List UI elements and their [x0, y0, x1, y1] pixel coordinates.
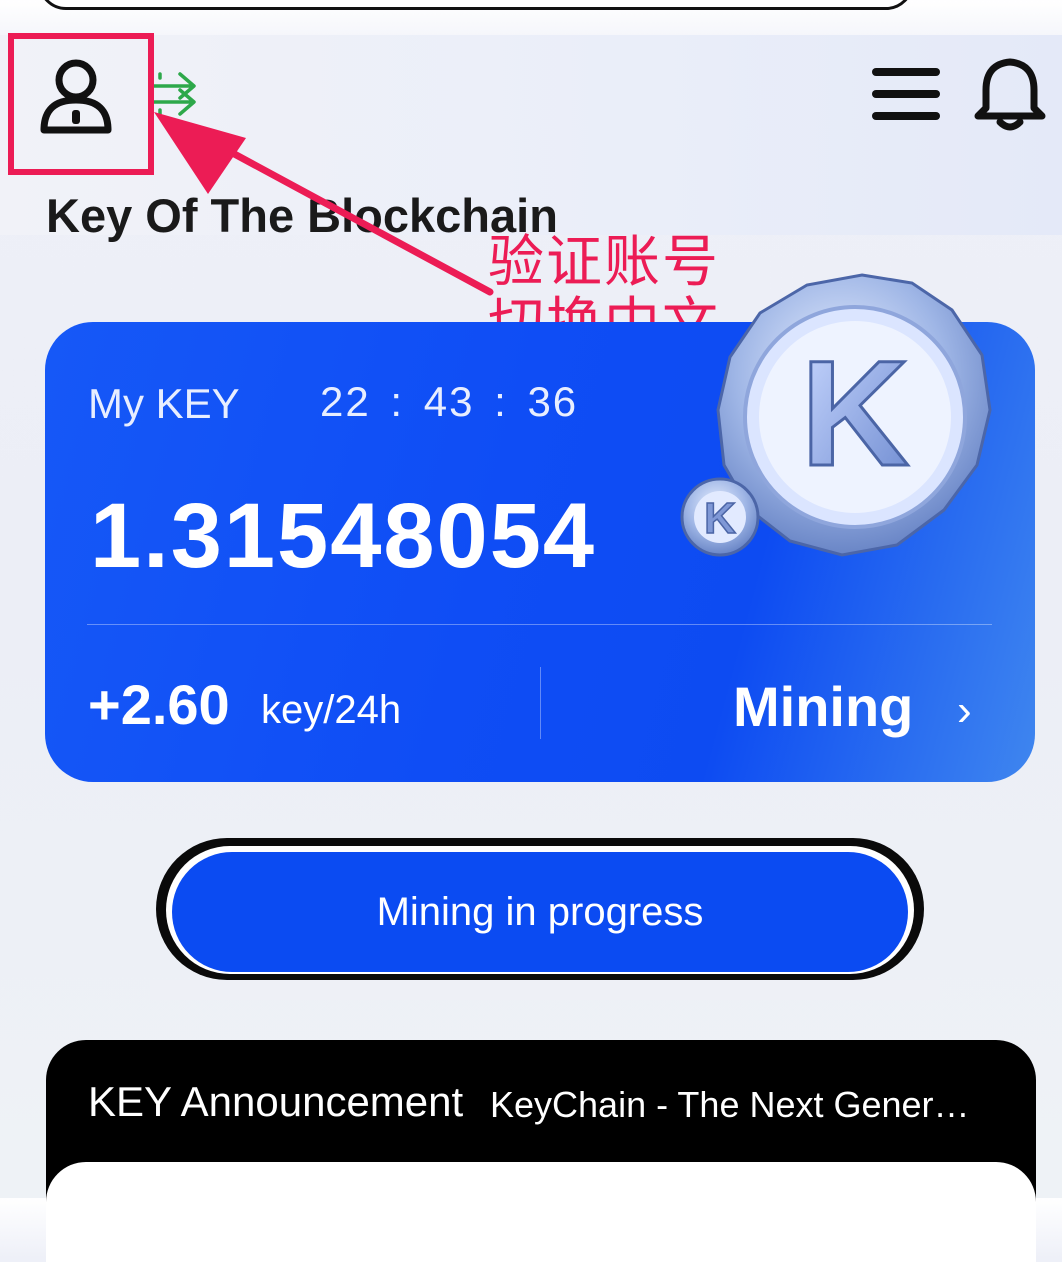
announcement-bar[interactable]: KEY Announcement KeyChain - The Next Gen… — [46, 1040, 1036, 1262]
annotation-arrow — [154, 112, 494, 296]
card-label: My KEY — [88, 380, 240, 427]
balance-value: 1.31548054 — [90, 485, 597, 587]
annotation-highlight-box — [8, 33, 154, 175]
announcement-content-panel — [46, 1162, 1036, 1262]
chevron-right-icon[interactable]: › — [957, 686, 972, 736]
menu-icon[interactable] — [868, 62, 944, 126]
key-coin-logo: K K — [680, 273, 992, 557]
progress-button-cutoff — [150, 980, 940, 1000]
small-coin-letter: K — [704, 494, 736, 543]
card-vertical-divider — [540, 667, 541, 739]
mining-timer: 22 : 43 : 36 — [320, 378, 579, 425]
mining-rate-unit: key/24h — [261, 688, 402, 732]
coin-letter: K — [801, 329, 909, 497]
bell-icon[interactable] — [972, 56, 1048, 134]
announcement-text[interactable]: KeyChain - The Next Gener… — [490, 1084, 990, 1126]
mining-progress-button[interactable]: Mining in progress — [172, 852, 908, 972]
announcement-title: KEY Announcement — [88, 1078, 464, 1125]
card-divider — [87, 624, 992, 625]
mining-link[interactable]: Mining — [733, 674, 913, 739]
top-clipped-button[interactable] — [38, 0, 914, 10]
mining-progress-label: Mining in progress — [376, 889, 704, 934]
mining-rate: +2.60 — [88, 673, 230, 736]
